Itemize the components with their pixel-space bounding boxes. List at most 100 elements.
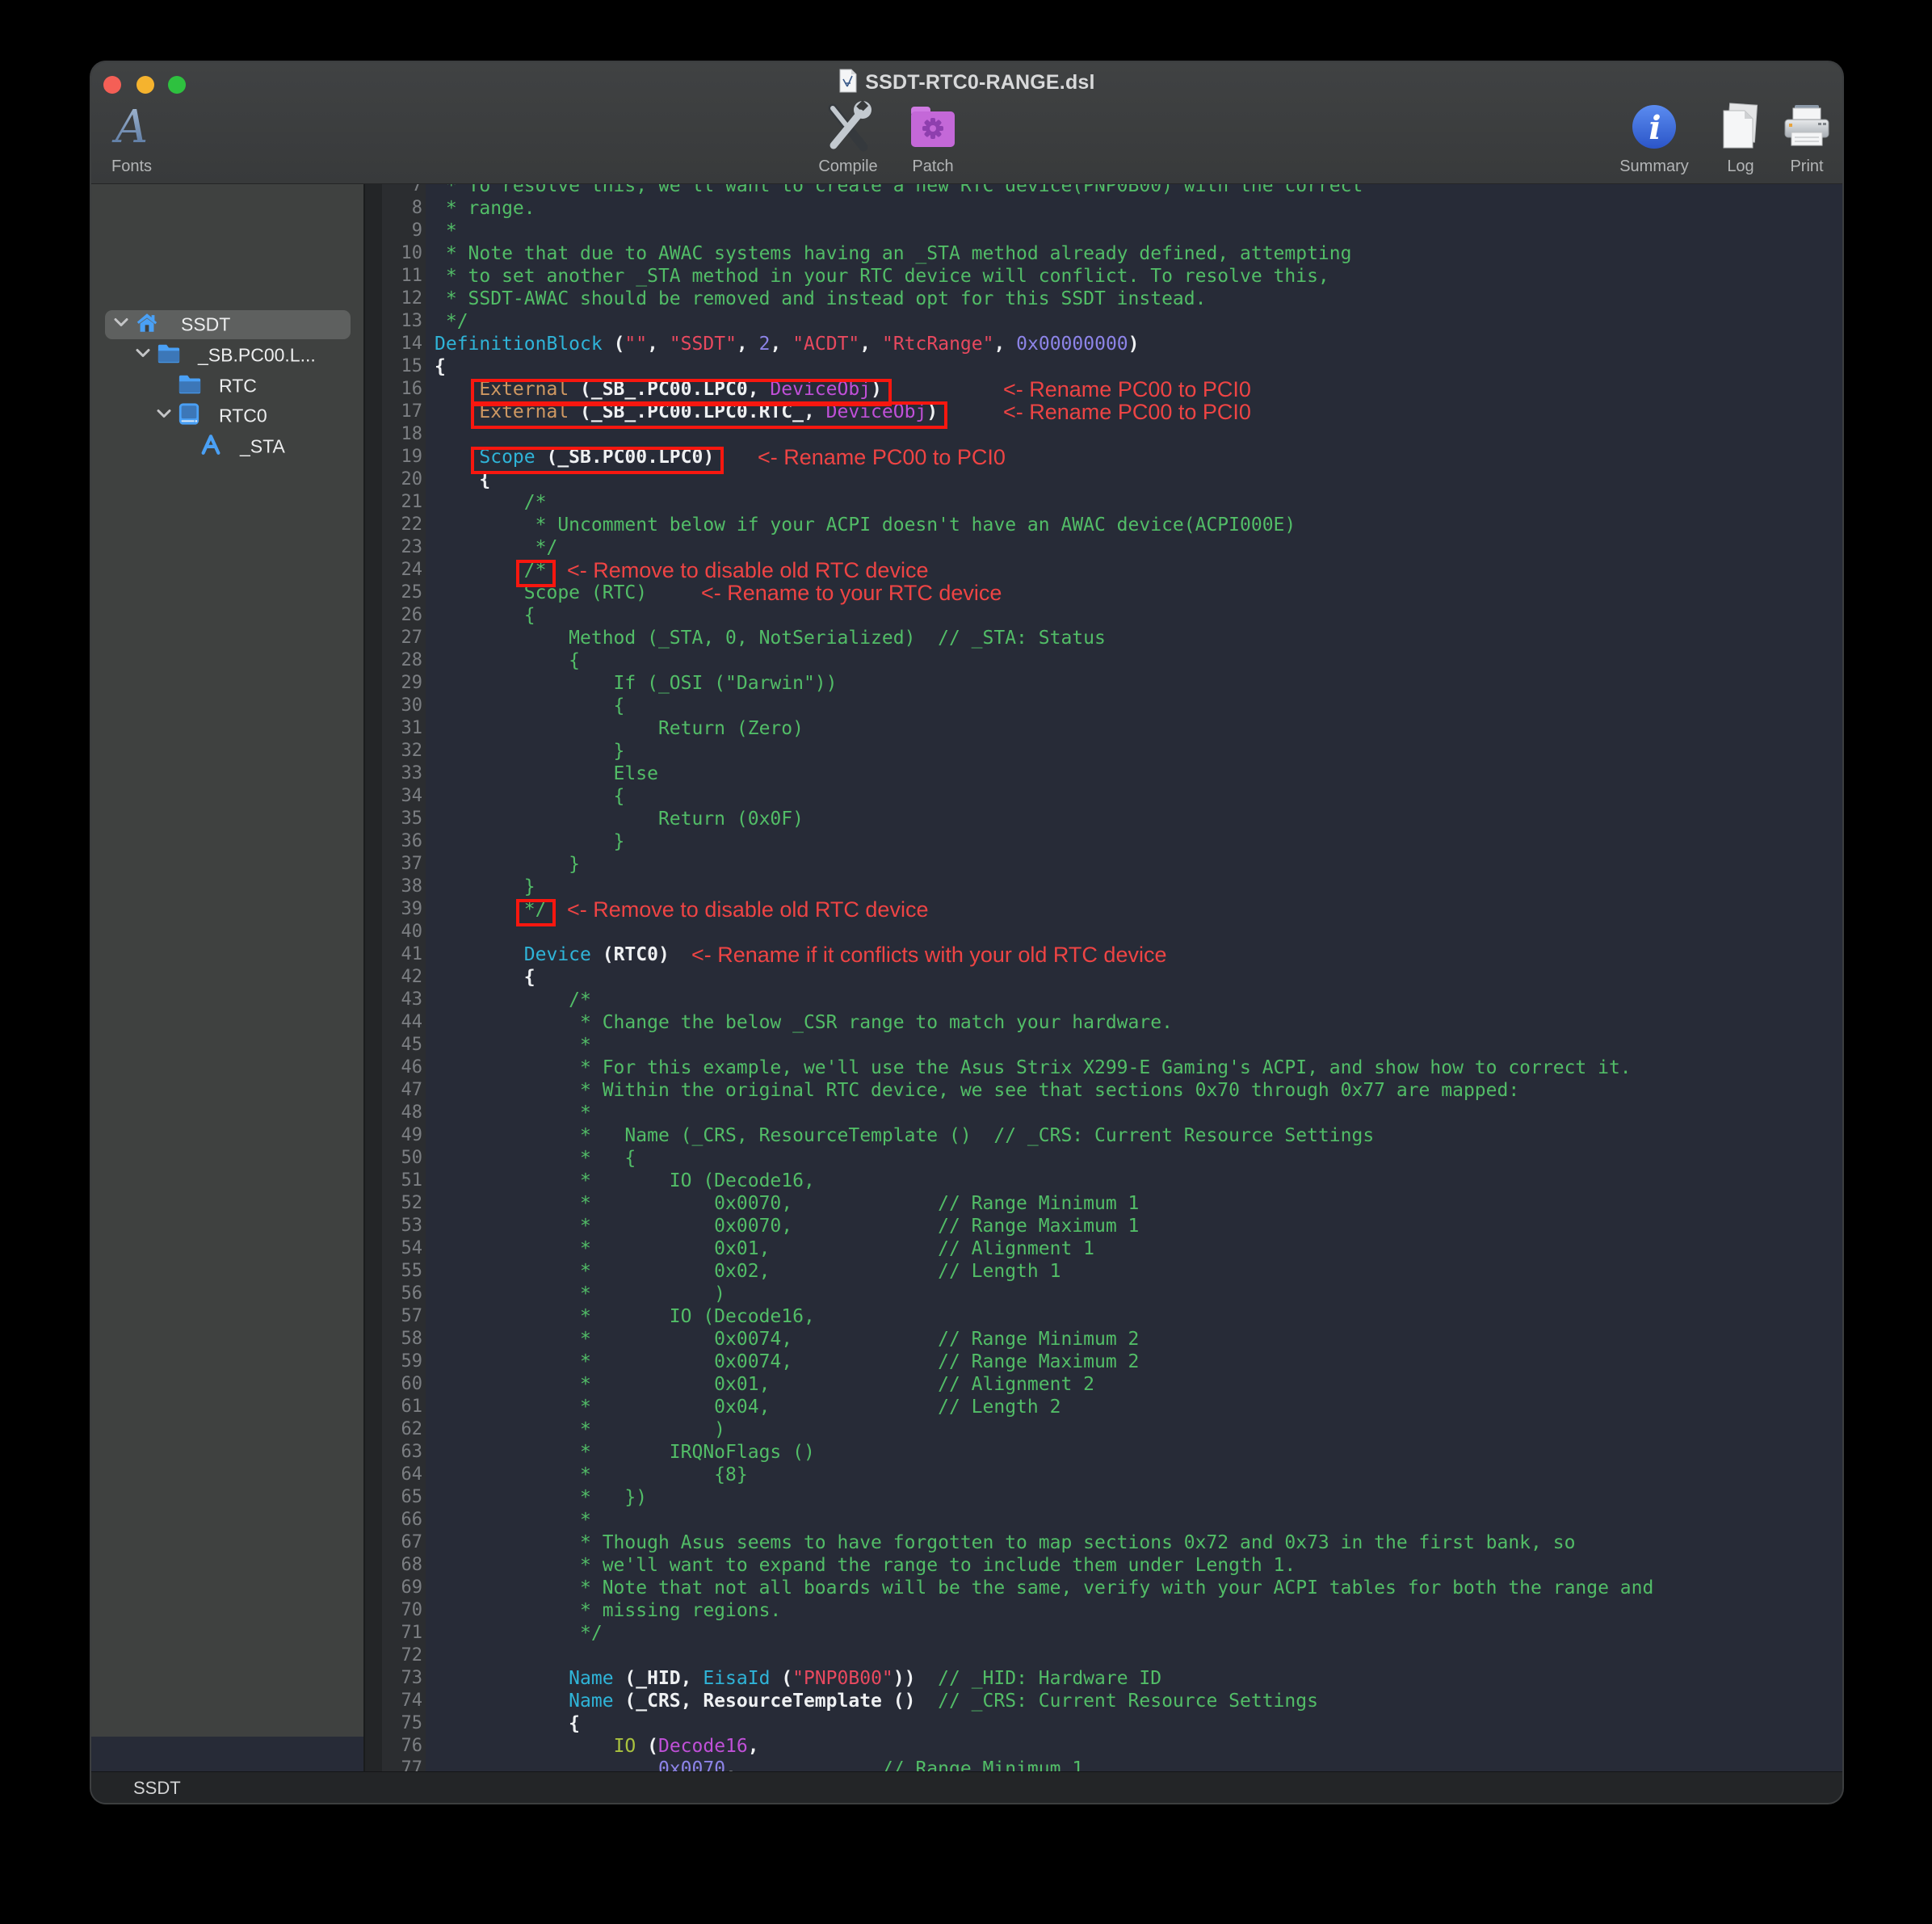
line-number: 71 bbox=[363, 1622, 422, 1645]
line-number: 53 bbox=[363, 1215, 422, 1237]
line-number: 37 bbox=[363, 853, 422, 876]
toolbar-button-fonts[interactable]: A Fonts bbox=[93, 98, 170, 180]
code-line: * 0x0074, // Range Minimum 2 bbox=[435, 1328, 1653, 1351]
code-line: * to set another _STA method in your RTC… bbox=[435, 265, 1653, 288]
sidebar-item-rtc[interactable]: RTC bbox=[91, 372, 363, 401]
code-line: /* bbox=[435, 491, 1653, 514]
code-line: IO (Decode16, bbox=[435, 1735, 1653, 1758]
code-line: { bbox=[435, 785, 1653, 808]
window-title-row: SSDT-RTC0-RANGE.dsl bbox=[91, 69, 1842, 95]
line-number: 33 bbox=[363, 762, 422, 785]
line-number: 44 bbox=[363, 1011, 422, 1034]
line-number: 38 bbox=[363, 876, 422, 898]
line-number: 17 bbox=[363, 401, 422, 423]
line-number: 45 bbox=[363, 1034, 422, 1057]
code-line: */ bbox=[435, 310, 1653, 333]
sidebar-item-sta[interactable]: _STA bbox=[91, 432, 363, 461]
line-number: 7 bbox=[363, 184, 422, 197]
sidebar-item-rtc0[interactable]: RTC0 bbox=[91, 401, 363, 431]
line-number: 40 bbox=[363, 921, 422, 943]
code-line: * 0x0070, // Range Maximum 1 bbox=[435, 1215, 1653, 1237]
code-line: * IO (Decode16, bbox=[435, 1305, 1653, 1328]
code-line: * }) bbox=[435, 1486, 1653, 1509]
folder-icon bbox=[178, 374, 202, 399]
code-line: { bbox=[435, 604, 1653, 627]
code-line: Scope (_SB.PC00.LPC0) bbox=[435, 446, 1653, 468]
line-number: 46 bbox=[363, 1057, 422, 1079]
code-line: } bbox=[435, 740, 1653, 762]
line-number: 59 bbox=[363, 1351, 422, 1373]
code-line bbox=[435, 921, 1653, 943]
code-line: * 0x01, // Alignment 2 bbox=[435, 1373, 1653, 1396]
code-line: * IRQNoFlags () bbox=[435, 1441, 1653, 1464]
line-number: 27 bbox=[363, 627, 422, 649]
code-line: * {8} bbox=[435, 1464, 1653, 1486]
line-number: 66 bbox=[363, 1509, 422, 1531]
window-chrome: SSDT-RTC0-RANGE.dsl A Fonts bbox=[91, 62, 1842, 184]
code-line: /* bbox=[435, 989, 1653, 1011]
drive-icon bbox=[178, 402, 200, 431]
line-number: 52 bbox=[363, 1192, 422, 1215]
line-number: 36 bbox=[363, 830, 422, 853]
line-number: 62 bbox=[363, 1418, 422, 1441]
toolbar-button-summary[interactable]: i Summary bbox=[1606, 98, 1703, 180]
line-number: 34 bbox=[363, 785, 422, 808]
line-number: 64 bbox=[363, 1464, 422, 1486]
line-number: 24 bbox=[363, 559, 422, 582]
line-number: 12 bbox=[363, 288, 422, 310]
line-number: 48 bbox=[363, 1102, 422, 1124]
line-number: 20 bbox=[363, 468, 422, 491]
code-line: } bbox=[435, 830, 1653, 853]
code-editor[interactable]: 7891011121314151617181920212223242526272… bbox=[363, 184, 1842, 1771]
code-line: * Name (_CRS, ResourceTemplate () // _CR… bbox=[435, 1124, 1653, 1147]
code-line: * For this example, we'll use the Asus S… bbox=[435, 1057, 1653, 1079]
code-content: * To resolve this, we'll want to create … bbox=[435, 184, 1653, 1771]
chevron-down-icon[interactable] bbox=[135, 347, 151, 364]
line-number: 55 bbox=[363, 1260, 422, 1283]
code-line bbox=[435, 1645, 1653, 1667]
line-number: 56 bbox=[363, 1283, 422, 1305]
window-title: SSDT-RTC0-RANGE.dsl bbox=[865, 71, 1094, 95]
code-line: Method (_STA, 0, NotSerialized) // _STA:… bbox=[435, 627, 1653, 649]
code-line bbox=[435, 423, 1653, 446]
line-number: 49 bbox=[363, 1124, 422, 1147]
code-line: * bbox=[435, 220, 1653, 242]
line-number: 69 bbox=[363, 1577, 422, 1599]
line-number: 22 bbox=[363, 514, 422, 536]
line-number: 41 bbox=[363, 943, 422, 966]
tree-item-label: _STA bbox=[240, 436, 285, 458]
line-number: 39 bbox=[363, 898, 422, 921]
toolbar-button-patch[interactable]: Patch bbox=[884, 98, 981, 180]
line-number: 10 bbox=[363, 242, 422, 265]
chevron-down-icon[interactable] bbox=[113, 317, 129, 334]
line-number: 30 bbox=[363, 695, 422, 717]
sidebar-item-sb-pc00[interactable]: _SB.PC00.L... bbox=[91, 341, 363, 370]
sidebar-item-ssdt[interactable]: SSDT bbox=[91, 310, 363, 339]
maciasl-window: SSDT-RTC0-RANGE.dsl A Fonts bbox=[91, 62, 1842, 1803]
line-number: 63 bbox=[363, 1441, 422, 1464]
toolbar-label: Fonts bbox=[93, 158, 170, 176]
line-number: 61 bbox=[363, 1396, 422, 1418]
code-line: Scope (RTC) bbox=[435, 582, 1653, 604]
code-line: Return (Zero) bbox=[435, 717, 1653, 740]
code-line: * Change the below _CSR range to match y… bbox=[435, 1011, 1653, 1034]
status-path: SSDT bbox=[133, 1778, 181, 1799]
line-number: 60 bbox=[363, 1373, 422, 1396]
code-line: { bbox=[435, 1712, 1653, 1735]
fonts-icon: A bbox=[93, 98, 170, 156]
line-number: 21 bbox=[363, 491, 422, 514]
code-line: * { bbox=[435, 1147, 1653, 1170]
code-line: Name (_CRS, ResourceTemplate () // _CRS:… bbox=[435, 1690, 1653, 1712]
folder-icon bbox=[157, 343, 181, 368]
toolbar-button-print[interactable]: Print bbox=[1758, 98, 1842, 180]
code-line: * ) bbox=[435, 1418, 1653, 1441]
toolbar-button-compile[interactable]: Compile bbox=[800, 98, 897, 180]
code-line: } bbox=[435, 853, 1653, 876]
code-line: 0x0070, // Range Minimum 1 bbox=[435, 1758, 1653, 1771]
chevron-down-icon[interactable] bbox=[156, 408, 172, 425]
desktop-background: SSDT-RTC0-RANGE.dsl A Fonts bbox=[0, 0, 1932, 1924]
line-number: 23 bbox=[363, 536, 422, 559]
code-line: * 0x0074, // Range Maximum 2 bbox=[435, 1351, 1653, 1373]
code-line: * Within the original RTC device, we see… bbox=[435, 1079, 1653, 1102]
compile-icon bbox=[800, 98, 897, 156]
